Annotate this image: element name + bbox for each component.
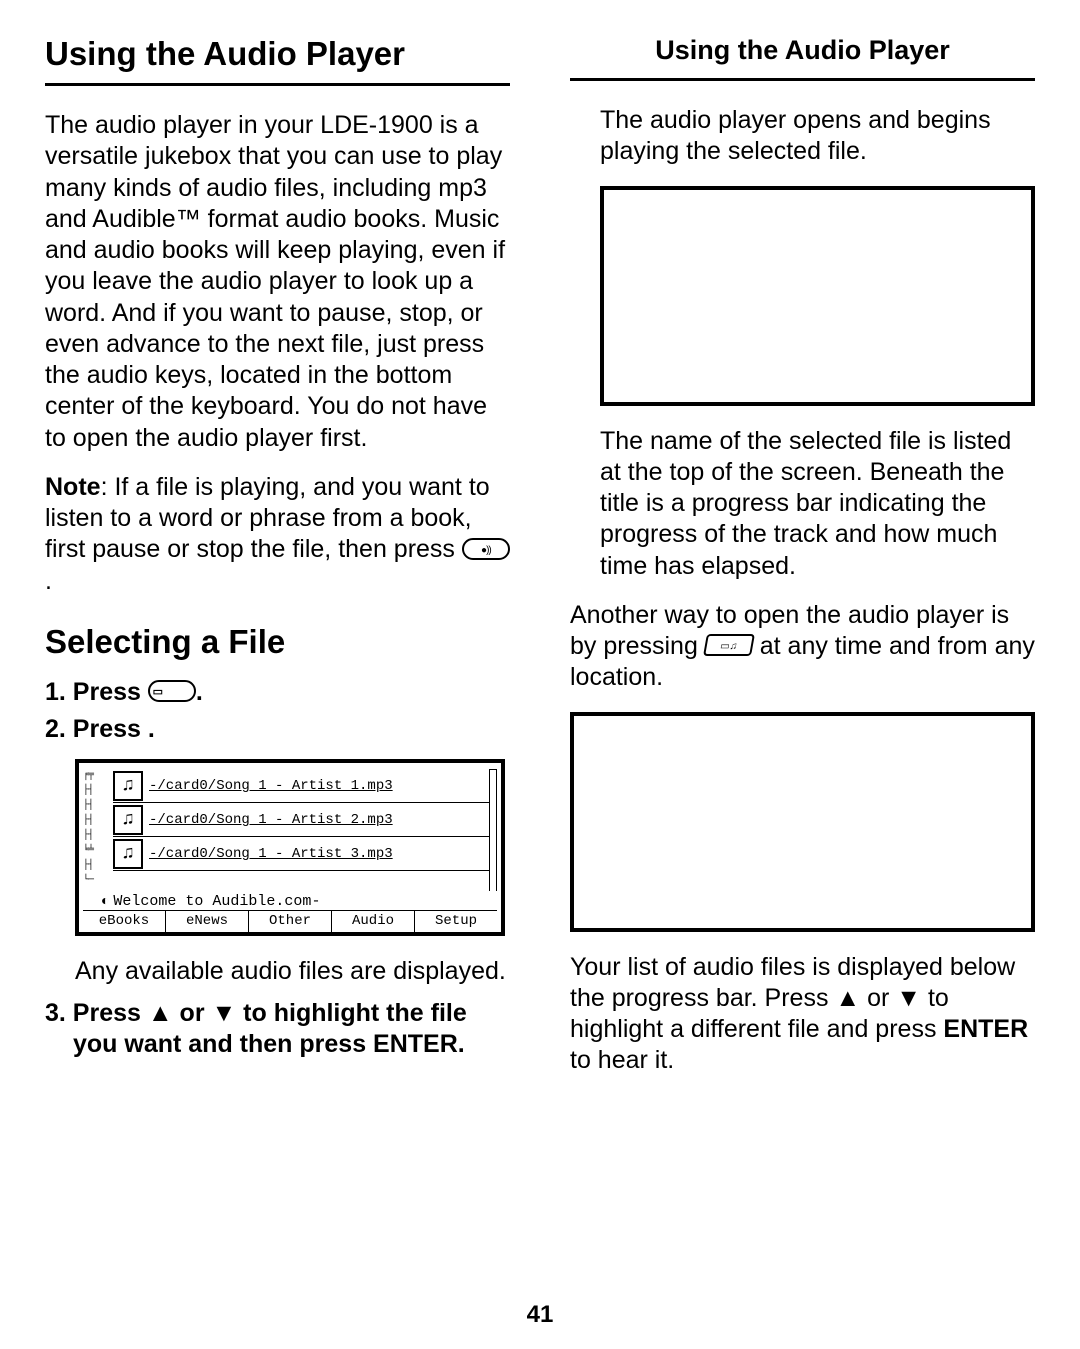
step-2: 2. Press . (45, 714, 510, 745)
music-file-icon: ♫ (113, 771, 143, 801)
file-row: ♫ -/card0/Song 1 - Artist 2.mp3 (113, 803, 489, 837)
tabs: eBooks eNews Other Audio Setup (83, 910, 497, 932)
note-end: . (45, 567, 52, 595)
paragraph: Another way to open the audio player is … (570, 600, 1035, 694)
screenshot-placeholder (600, 186, 1035, 406)
paragraph: The audio player opens and begins playin… (600, 105, 1035, 168)
note-label: Note (45, 473, 101, 501)
speak-key-icon (462, 538, 510, 560)
status-row: ◐ Welcome to Audible.com- (83, 891, 497, 910)
section-title: Using the Audio Player (45, 35, 510, 86)
step-2-note: Any available audio files are displayed. (75, 956, 510, 987)
file-row: ♫ -/card0/Song 1 - Artist 1.mp3 (113, 769, 489, 803)
tree-indicator: ╒╤ ├┤ ├┤ ├┤ ├┤ ╘╧ ├┤ └─ (83, 769, 113, 891)
tab-ebooks: eBooks (83, 911, 166, 932)
music-file-icon: ♫ (113, 805, 143, 835)
sub-heading: Selecting a File (45, 623, 510, 661)
tab-audio: Audio (332, 911, 415, 932)
tab-other: Other (249, 911, 332, 932)
tab-setup: Setup (415, 911, 497, 932)
left-column: Using the Audio Player The audio player … (45, 35, 510, 1329)
file-row: ♫ -/card0/Song 1 - Artist 3.mp3 (113, 837, 489, 871)
file-path: -/card0/Song 1 - Artist 1.mp3 (149, 778, 393, 794)
music-file-icon: ♫ (113, 839, 143, 869)
file-path: -/card0/Song 1 - Artist 3.mp3 (149, 846, 393, 862)
paragraph: The name of the selected file is listed … (600, 426, 1035, 582)
enter-key: ENTER (943, 1015, 1028, 1043)
music-key-icon (703, 634, 755, 656)
note-text: : If a file is playing, and you want to … (45, 473, 490, 564)
intro-paragraph: The audio player in your LDE-1900 is a v… (45, 110, 510, 454)
screenshot-placeholder (570, 712, 1035, 932)
step-3: 3. Press ▲ or ▼ to highlight the file yo… (45, 998, 510, 1061)
device-screenshot: ╒╤ ├┤ ├┤ ├┤ ├┤ ╘╧ ├┤ └─ ♫ -/card0/Song 1… (75, 759, 505, 936)
scrollbar (489, 769, 497, 891)
section-title: Using the Audio Player (570, 35, 1035, 81)
status-text: Welcome to Audible.com- (113, 893, 320, 910)
note-paragraph: Note: If a file is playing, and you want… (45, 472, 510, 597)
file-path: -/card0/Song 1 - Artist 2.mp3 (149, 812, 393, 828)
step-1: 1. Press . (45, 677, 510, 708)
paragraph: Your list of audio files is displayed be… (570, 952, 1035, 1077)
book-key-icon (148, 680, 196, 702)
globe-icon: ◐ (101, 894, 109, 910)
right-column: Using the Audio Player The audio player … (570, 35, 1035, 1329)
tab-enews: eNews (166, 911, 249, 932)
page-number: 41 (527, 1301, 554, 1329)
